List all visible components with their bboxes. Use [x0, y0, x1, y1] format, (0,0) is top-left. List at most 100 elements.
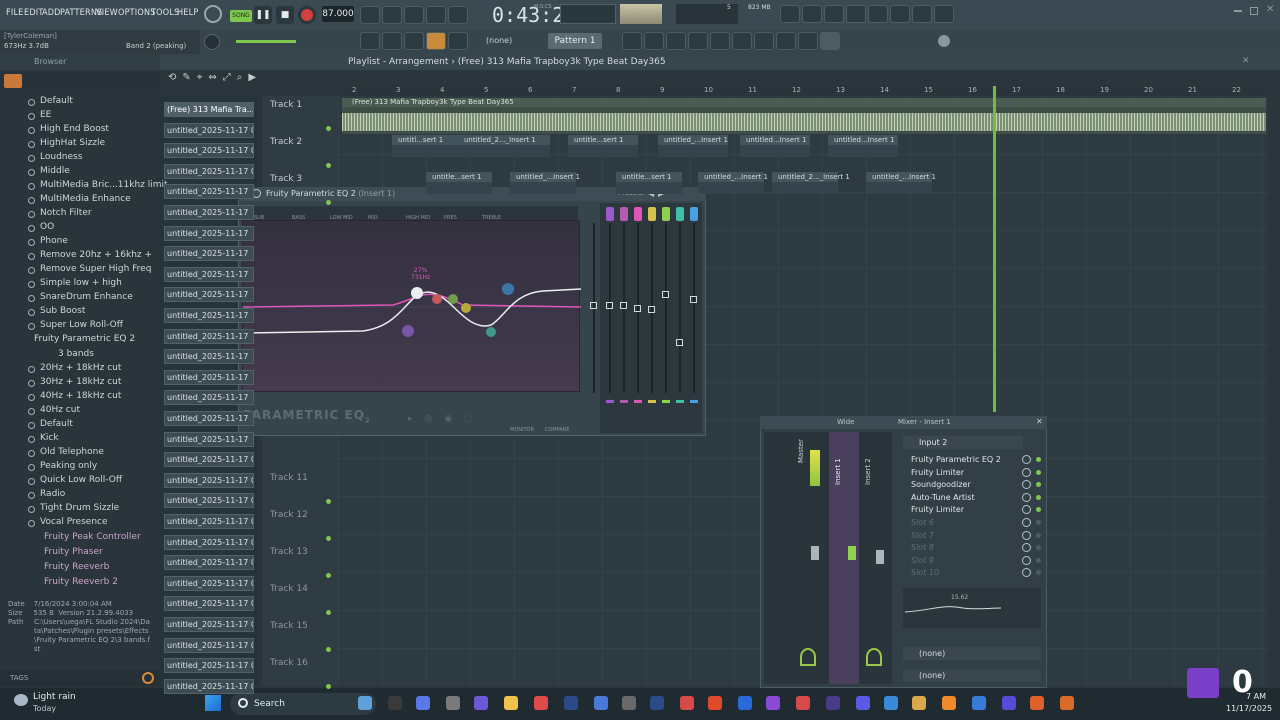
taskbar-app-icon[interactable] [826, 696, 840, 710]
browser-item[interactable]: High End Boost [28, 124, 109, 134]
master-fader[interactable] [811, 546, 819, 560]
eq-band6-handle[interactable] [486, 327, 496, 337]
mixer-input-select[interactable]: Input 2 [903, 436, 1023, 449]
mixer-slot[interactable]: Fruity Parametric EQ 2 [903, 454, 1023, 466]
track-header[interactable]: Track 16 [270, 658, 308, 668]
browser-item[interactable]: MultiMedia Enhance [28, 194, 131, 204]
eq-mode-buttons[interactable]: ▸◎◉◌ [408, 414, 504, 428]
browser-item[interactable]: Peaking only [28, 461, 97, 471]
pattern-item[interactable]: (Free) 313 Mafia Tra... [164, 102, 254, 117]
pattern-item[interactable]: untitled_2025-11-17 03-... [164, 163, 254, 179]
taskbar-app-icon[interactable] [650, 696, 664, 710]
maximize-icon[interactable] [1250, 7, 1258, 15]
track-header[interactable]: Track 12 [270, 510, 308, 520]
taskbar-app-icon[interactable] [416, 696, 430, 710]
browser-item[interactable]: Notch Filter [28, 208, 92, 218]
mixer-shortcut-icon[interactable] [802, 5, 822, 23]
track-enable-led[interactable] [326, 536, 331, 541]
mixer-slot[interactable]: Auto-Tune Artist [903, 492, 1023, 504]
search-icon[interactable] [142, 672, 154, 684]
eq-band4-handle[interactable] [448, 294, 458, 304]
master-route-icon[interactable] [800, 648, 816, 666]
browser-item[interactable]: Vocal Presence [28, 517, 108, 527]
mixer-output-1[interactable]: (none) [903, 647, 1041, 660]
eq-band-toggle[interactable] [648, 207, 656, 221]
menu-edit[interactable]: EDIT [24, 8, 43, 18]
track-header[interactable]: Track 11 [270, 473, 308, 483]
eq-band1-handle[interactable] [402, 325, 414, 337]
menu-view[interactable]: VIEW [96, 8, 118, 18]
taskbar-app-icon[interactable] [1060, 696, 1074, 710]
track-enable-led[interactable] [326, 126, 331, 131]
taskbar-app-icon[interactable] [912, 696, 926, 710]
tempo-tap-icon[interactable] [754, 32, 774, 50]
browser-item[interactable]: Phone [28, 236, 68, 246]
master-pitch-slider[interactable] [236, 40, 296, 43]
master-volume-knob[interactable] [204, 34, 220, 50]
pattern-selector[interactable]: Pattern 1 [548, 33, 602, 49]
slot-mix-knob[interactable] [1022, 518, 1031, 527]
timeline-ruler[interactable] [338, 84, 1268, 96]
search-box[interactable] [230, 693, 376, 715]
pattern-item[interactable]: untitled_2025-11-17 04-... [164, 678, 254, 694]
pattern-item[interactable]: untitled_2025-11-17 [164, 308, 254, 323]
eq-band3-handle[interactable] [432, 294, 442, 304]
track-enable-led[interactable] [326, 499, 331, 504]
insert2-route-icon[interactable] [866, 648, 882, 666]
mixer-icon[interactable] [688, 32, 708, 50]
browser-folder-3-bands[interactable]: 3 bands [58, 349, 94, 359]
clock-date[interactable]: 11/17/2025 [1226, 704, 1272, 713]
mixer-slot[interactable]: Soundgoodizer [903, 479, 1023, 491]
eq-band-toggle[interactable] [620, 207, 628, 221]
browser-item[interactable]: Old Telephone [28, 447, 104, 457]
slot-mix-knob[interactable] [1022, 467, 1031, 477]
delete-icon[interactable] [820, 32, 840, 50]
browser-plugin-folder[interactable]: Fruity Phaser [44, 547, 103, 557]
slot-mix-knob[interactable] [1022, 530, 1031, 540]
track-enable-led[interactable] [326, 200, 331, 205]
pattern-item[interactable]: untitled_2025-11-17 [164, 266, 254, 282]
insert2-fader[interactable] [876, 550, 884, 564]
pattern-item[interactable]: untitled_2025-11-17 [164, 411, 254, 426]
midi-icon[interactable] [890, 5, 910, 23]
slot-enable-led[interactable] [1036, 520, 1041, 525]
browser-item[interactable]: Default [28, 96, 73, 106]
menu-help[interactable]: HELP [177, 8, 198, 18]
pattern-song-toggle-icon[interactable] [204, 5, 222, 23]
pattern-item[interactable]: untitled_2025-11-17 04-... [164, 534, 254, 550]
pattern-item[interactable]: untitled_2025-11-17 [164, 431, 254, 447]
taskbar-app-icon[interactable] [942, 696, 956, 710]
slot-enable-led[interactable] [1036, 532, 1041, 538]
slot-enable-led[interactable] [1036, 457, 1041, 462]
pattern-item[interactable]: untitled_2025-11-17 04-... [164, 575, 254, 591]
browser-item[interactable]: 30Hz + 18kHz cut [28, 377, 121, 387]
slot-enable-led[interactable] [1036, 494, 1041, 500]
playlist-tools[interactable]: ⟲✎⌖⇔⤢⌕▶ [168, 72, 328, 92]
browser-item[interactable]: Remove 20hz + 16khz + [28, 250, 152, 260]
eq-graph[interactable]: 27% 731Hz [242, 220, 582, 392]
browser-icon[interactable] [710, 32, 730, 50]
browser-folder-parametric-eq[interactable]: Fruity Parametric EQ 2 [34, 334, 135, 344]
taskbar-app-icon[interactable] [1030, 696, 1044, 710]
close-icon[interactable]: ✕ [1266, 4, 1274, 15]
slot-enable-led[interactable] [1036, 557, 1041, 563]
pattern-item[interactable]: untitled_2025-11-17 [164, 287, 254, 303]
browser-tabs[interactable] [0, 72, 160, 90]
pattern-item[interactable]: untitled_2025-11-17 [164, 225, 254, 241]
tags-bar[interactable]: TAGS [0, 670, 160, 686]
eq-fader-handle[interactable] [634, 305, 641, 312]
weather-text[interactable]: Light rain [33, 692, 76, 702]
browser-plugin-folder[interactable]: Fruity Peak Controller [44, 532, 141, 542]
chat-icon[interactable] [912, 5, 932, 23]
track-header[interactable]: Track 13 [270, 547, 308, 557]
online-news-icon[interactable] [780, 5, 800, 23]
track-header[interactable]: Track 14 [270, 584, 308, 594]
menu-add[interactable]: ADD [42, 8, 61, 18]
slot-mix-knob[interactable] [1022, 555, 1031, 565]
blend-icon[interactable] [404, 32, 424, 50]
typing-keyboard-icon[interactable] [360, 32, 380, 50]
taskbar-app-icon[interactable] [504, 696, 518, 710]
sample-icon[interactable] [448, 32, 468, 50]
browser-plugin-folder[interactable]: Fruity Reeverb [44, 562, 109, 572]
taskbar-app-icon[interactable] [446, 696, 460, 710]
